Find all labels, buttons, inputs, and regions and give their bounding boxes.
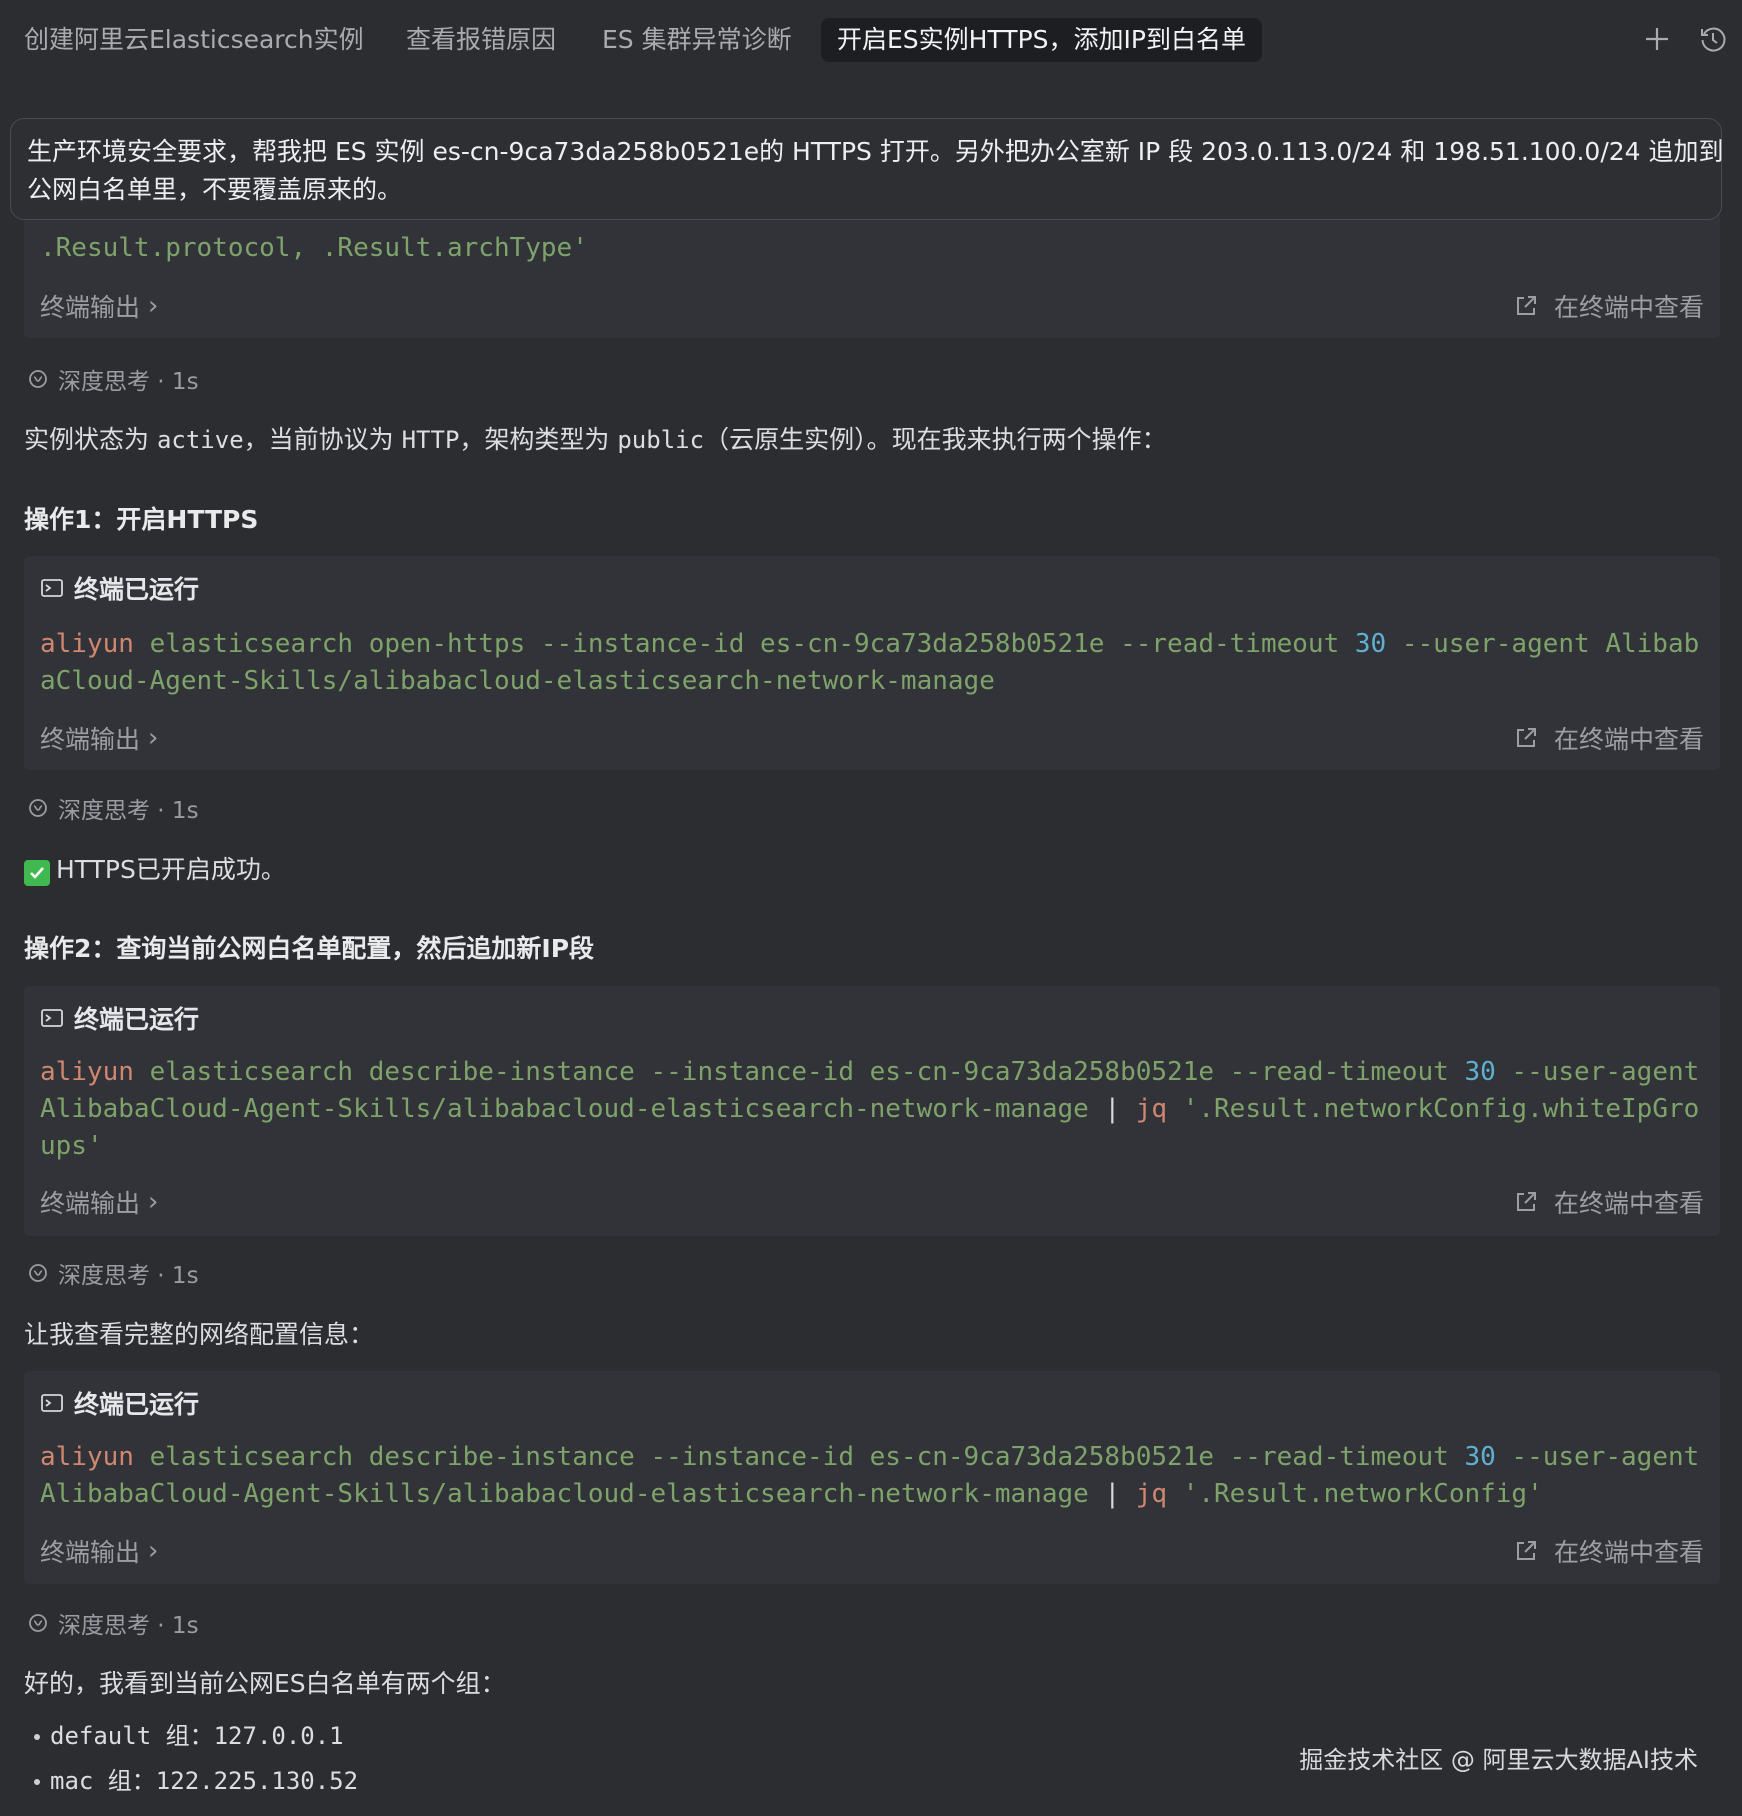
- whitelist-group-list: default 组：127.0.0.1 mac 组：122.225.130.52: [33, 1714, 358, 1804]
- whitelist-groups-intro: 好的，我看到当前公网ES白名单有两个组：: [24, 1669, 506, 1698]
- chevron-right-icon: ›: [148, 723, 159, 753]
- terminal-output-label: 终端输出: [40, 1189, 141, 1218]
- prompt-line-1: 生产环境安全要求，帮我把 ES 实例 es-cn-9ca73da258b0521…: [27, 137, 1724, 166]
- terminal-output-toggle[interactable]: 终端输出 ›: [40, 1184, 158, 1220]
- terminal-card-describe-whitelist: 终端已运行 aliyun elasticsearch describe-inst…: [24, 986, 1720, 1236]
- brain-icon: [29, 370, 47, 388]
- view-in-terminal-label: 在终端中查看: [1553, 725, 1704, 754]
- command-describe-whitelist: aliyun elasticsearch describe-instance -…: [40, 1057, 1715, 1161]
- command-open-https: aliyun elasticsearch open-https --instan…: [40, 629, 1700, 696]
- history-icon: [1701, 27, 1726, 52]
- deep-think-label: 深度思考 · 1s: [58, 1613, 199, 1639]
- terminal-ran-label: 终端已运行: [74, 1005, 200, 1034]
- terminal-output-label: 终端输出: [40, 725, 141, 754]
- history-button[interactable]: [1698, 22, 1728, 56]
- operation-1-heading: 操作1：开启HTTPS: [24, 505, 259, 534]
- view-in-terminal-label: 在终端中查看: [1553, 293, 1704, 322]
- tab-check-error-reason[interactable]: 查看报错原因: [406, 18, 556, 62]
- external-link-icon: [1516, 1192, 1536, 1211]
- plus-icon: [1646, 28, 1668, 50]
- brain-icon: [29, 1264, 47, 1282]
- list-item: default 组：127.0.0.1: [33, 1714, 358, 1759]
- list-item: mac 组：122.225.130.52: [33, 1759, 358, 1804]
- deep-think-label: 深度思考 · 1s: [58, 1263, 199, 1289]
- user-prompt-bubble: 生产环境安全要求，帮我把 ES 实例 es-cn-9ca73da258b0521…: [10, 118, 1724, 220]
- view-in-terminal-button[interactable]: 在终端中查看: [1514, 1533, 1704, 1569]
- prompt-line-2: 公网白名单里，不要覆盖原来的。: [27, 175, 403, 204]
- new-tab-button[interactable]: [1642, 22, 1672, 56]
- tab-es-cluster-diagnosis[interactable]: ES 集群异常诊断: [602, 18, 792, 62]
- terminal-icon: [41, 1394, 63, 1412]
- external-link-icon: [1516, 1541, 1536, 1560]
- deep-think-indicator[interactable]: 深度思考 · 1s: [26, 791, 199, 825]
- deep-think-indicator[interactable]: 深度思考 · 1s: [26, 1606, 199, 1640]
- external-link-icon: [1516, 728, 1536, 747]
- terminal-ran-label: 终端已运行: [74, 575, 200, 604]
- terminal-output-label: 终端输出: [40, 1538, 141, 1567]
- view-in-terminal-button[interactable]: 在终端中查看: [1514, 720, 1704, 756]
- command-describe-network: aliyun elasticsearch describe-instance -…: [40, 1442, 1715, 1509]
- chevron-right-icon: ›: [148, 1187, 159, 1217]
- watermark-text: 掘金技术社区 @ 阿里云大数据AI技术: [1299, 1746, 1698, 1774]
- terminal-icon: [41, 579, 63, 597]
- deep-think-label: 深度思考 · 1s: [58, 798, 199, 824]
- view-in-terminal-button[interactable]: 在终端中查看: [1514, 288, 1704, 324]
- terminal-card-describe-network: 终端已运行 aliyun elasticsearch describe-inst…: [24, 1371, 1720, 1584]
- terminal-ran-label: 终端已运行: [74, 1390, 200, 1419]
- chevron-right-icon: ›: [148, 1536, 159, 1566]
- operation-2-heading: 操作2：查询当前公网白名单配置，然后追加新IP段: [24, 934, 595, 963]
- network-config-intro: 让我查看完整的网络配置信息：: [24, 1320, 375, 1349]
- chevron-right-icon: ›: [148, 291, 159, 321]
- view-in-terminal-label: 在终端中查看: [1553, 1538, 1704, 1567]
- deep-think-label: 深度思考 · 1s: [58, 369, 199, 395]
- deep-think-indicator[interactable]: 深度思考 · 1s: [26, 362, 199, 396]
- check-mark-icon: [24, 860, 50, 886]
- view-in-terminal-button[interactable]: 在终端中查看: [1514, 1184, 1704, 1220]
- terminal-card-open-https: 终端已运行 aliyun elasticsearch open-https --…: [24, 556, 1720, 770]
- brain-icon: [29, 799, 47, 817]
- view-in-terminal-label: 在终端中查看: [1553, 1189, 1704, 1218]
- terminal-icon: [41, 1009, 63, 1027]
- terminal-output-label: 终端输出: [40, 293, 141, 322]
- external-link-icon: [1516, 296, 1536, 315]
- status-summary-text: 实例状态为 active，当前协议为 HTTP，架构类型为 public（云原生…: [24, 425, 1167, 454]
- https-success-message: HTTPS已开启成功。: [24, 850, 286, 886]
- terminal-output-toggle[interactable]: 终端输出 ›: [40, 288, 158, 324]
- terminal-output-toggle[interactable]: 终端输出 ›: [40, 720, 158, 756]
- command-text-partial: .Result.protocol, .Result.archType': [40, 233, 588, 263]
- tab-create-es-instance[interactable]: 创建阿里云Elasticsearch实例: [24, 18, 364, 62]
- tab-enable-https-whitelist[interactable]: 开启ES实例HTTPS，添加IP到白名单: [821, 18, 1262, 62]
- brain-icon: [29, 1614, 47, 1632]
- terminal-output-toggle[interactable]: 终端输出 ›: [40, 1533, 158, 1569]
- deep-think-indicator[interactable]: 深度思考 · 1s: [26, 1256, 199, 1290]
- tab-bar: 创建阿里云Elasticsearch实例 查看报错原因 ES 集群异常诊断 开启…: [0, 0, 1742, 82]
